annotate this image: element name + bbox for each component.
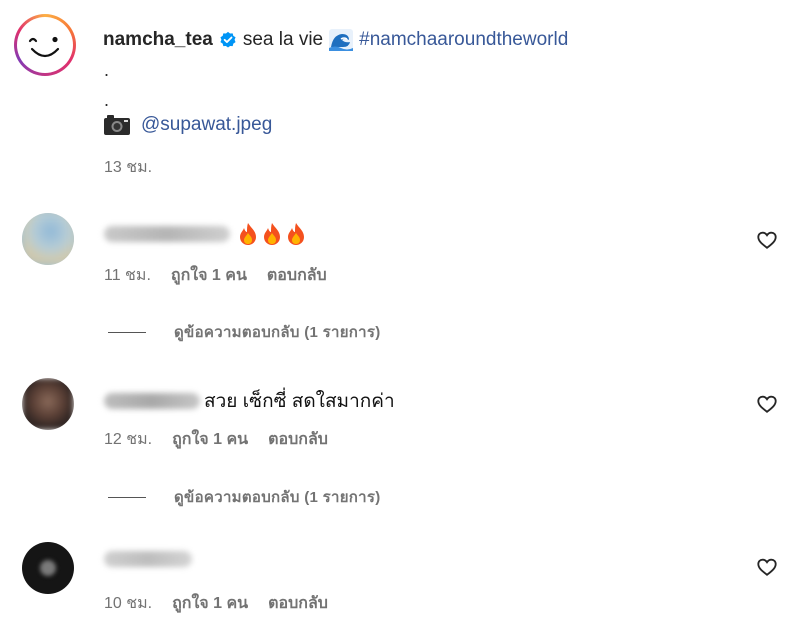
replies-divider-line <box>108 331 146 333</box>
comment-reply-button[interactable]: ตอบกลับ <box>268 591 328 616</box>
hashtag-link[interactable]: #namchaaroundtheworld <box>359 29 568 51</box>
photo-credit-line: @supawat.jpeg <box>103 114 272 136</box>
verified-badge-icon <box>220 31 236 48</box>
heart-icon[interactable] <box>756 229 778 251</box>
view-replies-button[interactable]: ดูข้อความตอบกลับ (1 รายการ) <box>174 320 381 344</box>
caption-text: sea la vie <box>242 29 324 50</box>
replies-divider-line <box>108 496 146 498</box>
commenter-avatar[interactable] <box>22 213 74 265</box>
commenter-avatar[interactable] <box>22 378 74 430</box>
caption-line: namcha_tea sea la vie #namchaaroundthewo… <box>103 26 568 54</box>
view-replies-row[interactable]: ดูข้อความตอบกลับ (1 รายการ) <box>108 485 381 509</box>
comment-line: marco_d <box>104 551 192 573</box>
comment-timestamp[interactable]: 10 ชม. <box>104 591 152 616</box>
view-replies-row[interactable]: ดูข้อความตอบกลับ (1 รายการ) <box>108 320 381 344</box>
comment-likes-count[interactable]: ถูกใจ 1 คน <box>172 591 248 616</box>
caption-dot: . <box>104 90 110 110</box>
comment-reply-button[interactable]: ตอบกลับ <box>267 263 327 288</box>
fire-icon <box>288 223 304 245</box>
fire-icon <box>240 223 256 245</box>
photographer-mention-link[interactable]: @supawat.jpeg <box>141 114 272 136</box>
comment-username-blurred[interactable]: ladybrowwww <box>104 226 230 242</box>
comment-meta: 10 ชม. ถูกใจ 1 คน ตอบกลับ <box>104 591 328 616</box>
comment-meta: 12 ชม. ถูกใจ 1 คน ตอบกลับ <box>104 427 328 452</box>
view-replies-button[interactable]: ดูข้อความตอบกลับ (1 รายการ) <box>174 485 381 509</box>
post-timestamp[interactable]: 13 ชม. <box>104 155 152 180</box>
comment-username-blurred[interactable]: marco_d <box>104 551 192 567</box>
comment-timestamp[interactable]: 11 ชม. <box>104 263 151 288</box>
comment-line: yingbabb สวย เซ็กซี่ สดใสมากค่า <box>104 386 395 416</box>
camera-icon <box>104 115 130 135</box>
post-author-avatar[interactable] <box>14 14 76 76</box>
comment-likes-count[interactable]: ถูกใจ 1 คน <box>172 427 248 452</box>
comment-timestamp[interactable]: 12 ชม. <box>104 427 152 452</box>
comment-reply-button[interactable]: ตอบกลับ <box>268 427 328 452</box>
water-wave-icon <box>329 29 354 51</box>
comment-meta: 11 ชม. ถูกใจ 1 คน ตอบกลับ <box>104 263 327 288</box>
comment-text: สวย เซ็กซี่ สดใสมากค่า <box>204 391 395 412</box>
post-author-username[interactable]: namcha_tea <box>103 29 213 51</box>
comment-username-blurred[interactable]: yingbabb <box>104 393 200 409</box>
comment-line: ladybrowwww <box>104 222 306 246</box>
post-time: 13 ชม. <box>104 155 152 180</box>
fire-icon <box>264 223 280 245</box>
smiley-face-icon <box>28 36 60 58</box>
heart-icon[interactable] <box>756 393 778 415</box>
commenter-avatar[interactable] <box>22 542 74 594</box>
heart-icon[interactable] <box>756 556 778 578</box>
smiley-avatar-image <box>17 17 73 73</box>
comment-likes-count[interactable]: ถูกใจ 1 คน <box>171 263 247 288</box>
caption-dot: . <box>104 60 110 80</box>
